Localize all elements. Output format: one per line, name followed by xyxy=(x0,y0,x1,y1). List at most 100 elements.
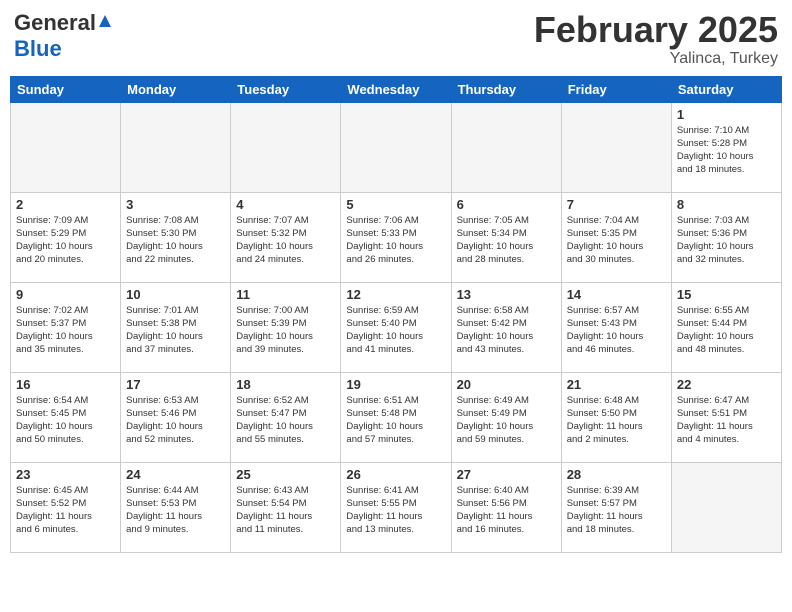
week-row-2: 2 Sunrise: 7:09 AM Sunset: 5:29 PM Daylig… xyxy=(11,192,782,282)
day-cell: 25 Sunrise: 6:43 AM Sunset: 5:54 PM Dayli… xyxy=(231,462,341,552)
day-info: Sunrise: 6:57 AM Sunset: 5:43 PM Dayligh… xyxy=(567,304,666,357)
day-info: Sunrise: 6:49 AM Sunset: 5:49 PM Dayligh… xyxy=(457,394,556,447)
day-number: 7 xyxy=(567,197,666,212)
day-header-monday: Monday xyxy=(121,76,231,102)
day-header-wednesday: Wednesday xyxy=(341,76,451,102)
day-number: 23 xyxy=(16,467,115,482)
day-cell: 9Sunrise: 7:02 AM Sunset: 5:37 PM Daylig… xyxy=(11,282,121,372)
day-number: 22 xyxy=(677,377,776,392)
calendar-subtitle: Yalinca, Turkey xyxy=(534,50,778,68)
day-cell: 27 Sunrise: 6:40 AM Sunset: 5:56 PM Dayli… xyxy=(451,462,561,552)
day-number: 24 xyxy=(126,467,225,482)
day-info: Sunrise: 7:08 AM Sunset: 5:30 PM Dayligh… xyxy=(126,214,225,267)
logo: General Blue xyxy=(14,10,113,62)
day-info: Sunrise: 6:58 AM Sunset: 5:42 PM Dayligh… xyxy=(457,304,556,357)
day-header-sunday: Sunday xyxy=(11,76,121,102)
day-cell: 14 Sunrise: 6:57 AM Sunset: 5:43 PM Dayli… xyxy=(561,282,671,372)
day-info: Sunrise: 6:48 AM Sunset: 5:50 PM Dayligh… xyxy=(567,394,666,447)
day-number: 25 xyxy=(236,467,335,482)
day-cell: 11 Sunrise: 7:00 AM Sunset: 5:39 PM Dayli… xyxy=(231,282,341,372)
day-number: 10 xyxy=(126,287,225,302)
day-number: 21 xyxy=(567,377,666,392)
day-number: 11 xyxy=(236,287,335,302)
day-info: Sunrise: 6:45 AM Sunset: 5:52 PM Dayligh… xyxy=(16,484,115,537)
day-cell: 2 Sunrise: 7:09 AM Sunset: 5:29 PM Daylig… xyxy=(11,192,121,282)
day-info: Sunrise: 7:07 AM Sunset: 5:32 PM Dayligh… xyxy=(236,214,335,267)
day-cell: 28 Sunrise: 6:39 AM Sunset: 5:57 PM Dayli… xyxy=(561,462,671,552)
day-cell: 3 Sunrise: 7:08 AM Sunset: 5:30 PM Daylig… xyxy=(121,192,231,282)
logo-blue-text: Blue xyxy=(14,36,62,61)
day-info: Sunrise: 6:40 AM Sunset: 5:56 PM Dayligh… xyxy=(457,484,556,537)
day-number: 8 xyxy=(677,197,776,212)
day-cell: 1 Sunrise: 7:10 AM Sunset: 5:28 PM Daylig… xyxy=(671,102,781,192)
day-info: Sunrise: 6:59 AM Sunset: 5:40 PM Dayligh… xyxy=(346,304,445,357)
day-number: 18 xyxy=(236,377,335,392)
day-cell: 22 Sunrise: 6:47 AM Sunset: 5:51 PM Dayli… xyxy=(671,372,781,462)
day-info: Sunrise: 6:41 AM Sunset: 5:55 PM Dayligh… xyxy=(346,484,445,537)
calendar-table: SundayMondayTuesdayWednesdayThursdayFrid… xyxy=(10,76,782,553)
day-cell: 12 Sunrise: 6:59 AM Sunset: 5:40 PM Dayli… xyxy=(341,282,451,372)
day-cell: 13 Sunrise: 6:58 AM Sunset: 5:42 PM Dayli… xyxy=(451,282,561,372)
day-number: 12 xyxy=(346,287,445,302)
week-row-3: 9Sunrise: 7:02 AM Sunset: 5:37 PM Daylig… xyxy=(11,282,782,372)
day-cell xyxy=(121,102,231,192)
day-cell: 5 Sunrise: 7:06 AM Sunset: 5:33 PM Daylig… xyxy=(341,192,451,282)
day-cell: 20 Sunrise: 6:49 AM Sunset: 5:49 PM Dayli… xyxy=(451,372,561,462)
day-number: 1 xyxy=(677,107,776,122)
day-info: Sunrise: 6:53 AM Sunset: 5:46 PM Dayligh… xyxy=(126,394,225,447)
day-cell: 4 Sunrise: 7:07 AM Sunset: 5:32 PM Daylig… xyxy=(231,192,341,282)
day-header-friday: Friday xyxy=(561,76,671,102)
day-info: Sunrise: 7:00 AM Sunset: 5:39 PM Dayligh… xyxy=(236,304,335,357)
day-number: 28 xyxy=(567,467,666,482)
day-cell: 17Sunrise: 6:53 AM Sunset: 5:46 PM Dayli… xyxy=(121,372,231,462)
day-cell: 19Sunrise: 6:51 AM Sunset: 5:48 PM Dayli… xyxy=(341,372,451,462)
day-number: 6 xyxy=(457,197,556,212)
day-number: 4 xyxy=(236,197,335,212)
week-row-4: 16Sunrise: 6:54 AM Sunset: 5:45 PM Dayli… xyxy=(11,372,782,462)
day-number: 15 xyxy=(677,287,776,302)
day-number: 13 xyxy=(457,287,556,302)
day-cell xyxy=(561,102,671,192)
day-cell: 15 Sunrise: 6:55 AM Sunset: 5:44 PM Dayli… xyxy=(671,282,781,372)
day-info: Sunrise: 6:39 AM Sunset: 5:57 PM Dayligh… xyxy=(567,484,666,537)
day-number: 5 xyxy=(346,197,445,212)
day-cell: 23 Sunrise: 6:45 AM Sunset: 5:52 PM Dayli… xyxy=(11,462,121,552)
day-cell: 18 Sunrise: 6:52 AM Sunset: 5:47 PM Dayli… xyxy=(231,372,341,462)
day-info: Sunrise: 6:47 AM Sunset: 5:51 PM Dayligh… xyxy=(677,394,776,447)
day-number: 27 xyxy=(457,467,556,482)
day-number: 20 xyxy=(457,377,556,392)
day-cell xyxy=(341,102,451,192)
day-info: Sunrise: 6:44 AM Sunset: 5:53 PM Dayligh… xyxy=(126,484,225,537)
calendar-header: General Blue February 2025 Yalinca, Turk… xyxy=(10,10,782,68)
day-number: 26 xyxy=(346,467,445,482)
day-header-tuesday: Tuesday xyxy=(231,76,341,102)
day-cell xyxy=(451,102,561,192)
day-header-saturday: Saturday xyxy=(671,76,781,102)
day-number: 14 xyxy=(567,287,666,302)
day-info: Sunrise: 7:10 AM Sunset: 5:28 PM Dayligh… xyxy=(677,124,776,177)
day-info: Sunrise: 6:55 AM Sunset: 5:44 PM Dayligh… xyxy=(677,304,776,357)
day-info: Sunrise: 6:52 AM Sunset: 5:47 PM Dayligh… xyxy=(236,394,335,447)
day-info: Sunrise: 6:51 AM Sunset: 5:48 PM Dayligh… xyxy=(346,394,445,447)
day-cell xyxy=(11,102,121,192)
day-info: Sunrise: 7:03 AM Sunset: 5:36 PM Dayligh… xyxy=(677,214,776,267)
day-number: 3 xyxy=(126,197,225,212)
day-info: Sunrise: 7:01 AM Sunset: 5:38 PM Dayligh… xyxy=(126,304,225,357)
day-cell: 26 Sunrise: 6:41 AM Sunset: 5:55 PM Dayli… xyxy=(341,462,451,552)
day-cell: 6 Sunrise: 7:05 AM Sunset: 5:34 PM Daylig… xyxy=(451,192,561,282)
day-info: Sunrise: 7:04 AM Sunset: 5:35 PM Dayligh… xyxy=(567,214,666,267)
day-info: Sunrise: 6:54 AM Sunset: 5:45 PM Dayligh… xyxy=(16,394,115,447)
logo-arrow-icon xyxy=(97,13,113,34)
day-cell xyxy=(231,102,341,192)
logo-general-text: General xyxy=(14,10,96,36)
calendar-title: February 2025 xyxy=(534,10,778,50)
day-info: Sunrise: 7:06 AM Sunset: 5:33 PM Dayligh… xyxy=(346,214,445,267)
day-info: Sunrise: 7:09 AM Sunset: 5:29 PM Dayligh… xyxy=(16,214,115,267)
day-cell: 16Sunrise: 6:54 AM Sunset: 5:45 PM Dayli… xyxy=(11,372,121,462)
title-area: February 2025 Yalinca, Turkey xyxy=(534,10,778,68)
day-number: 2 xyxy=(16,197,115,212)
day-info: Sunrise: 6:43 AM Sunset: 5:54 PM Dayligh… xyxy=(236,484,335,537)
day-cell xyxy=(671,462,781,552)
header-row: SundayMondayTuesdayWednesdayThursdayFrid… xyxy=(11,76,782,102)
day-info: Sunrise: 7:05 AM Sunset: 5:34 PM Dayligh… xyxy=(457,214,556,267)
